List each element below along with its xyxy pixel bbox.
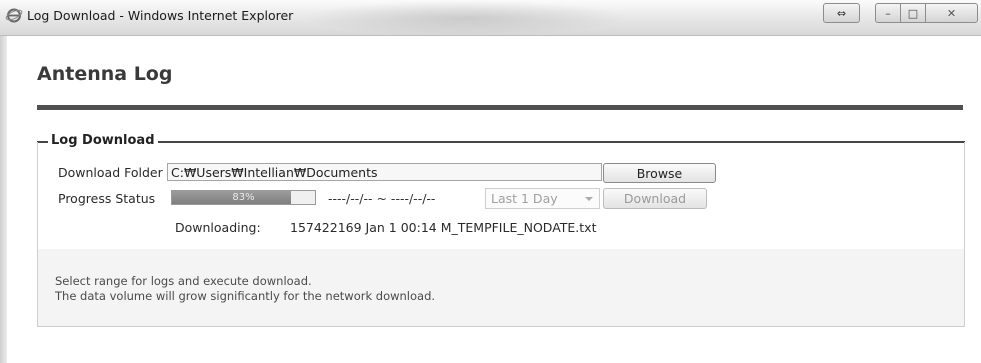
title-divider (37, 105, 963, 110)
chevron-down-icon (585, 197, 593, 201)
window-left-border (0, 36, 7, 363)
progress-bar: 83% (171, 190, 316, 205)
group-title: Log Download (48, 133, 158, 148)
titlebar-glow (300, 0, 630, 36)
info-line-1: Select range for logs and execute downlo… (55, 274, 312, 288)
close-icon: ✕ (946, 6, 957, 20)
ie-icon (5, 8, 23, 23)
page-content: Antenna Log Log Download Download Folder… (7, 36, 981, 363)
download-folder-label: Download Folder (58, 165, 163, 180)
browse-button[interactable]: Browse (603, 163, 716, 183)
downloading-file: 157422169 Jan 1 00:14 M_TEMPFILE_NODATE.… (290, 220, 597, 235)
maximize-button[interactable]: □ (900, 3, 926, 23)
minimize-button[interactable]: – (875, 3, 901, 23)
page-title: Antenna Log (37, 63, 173, 85)
maximize-icon: □ (907, 6, 919, 20)
window-title: Log Download - Windows Internet Explorer (27, 8, 294, 23)
range-select[interactable]: Last 1 Day (485, 188, 600, 209)
range-select-value: Last 1 Day (491, 191, 558, 206)
info-panel: Select range for logs and execute downlo… (38, 249, 964, 326)
date-range: ----/--/-- ~ ----/--/-- (328, 191, 436, 206)
download-button[interactable]: Download (603, 188, 707, 209)
download-folder-input[interactable] (167, 163, 602, 181)
close-button[interactable]: ✕ (925, 3, 978, 23)
window-controls: – □ ✕ (875, 3, 978, 23)
frame-toggle-button[interactable]: ⇔ (823, 3, 860, 23)
info-line-2: The data volume will grow significantly … (55, 289, 436, 303)
progress-percent: 83% (232, 192, 255, 203)
minimize-icon: – (885, 6, 891, 20)
double-arrow-icon: ⇔ (836, 6, 847, 20)
downloading-label: Downloading: (175, 220, 261, 235)
progress-status-label: Progress Status (58, 191, 156, 206)
window-titlebar: Log Download - Windows Internet Explorer… (0, 0, 981, 36)
